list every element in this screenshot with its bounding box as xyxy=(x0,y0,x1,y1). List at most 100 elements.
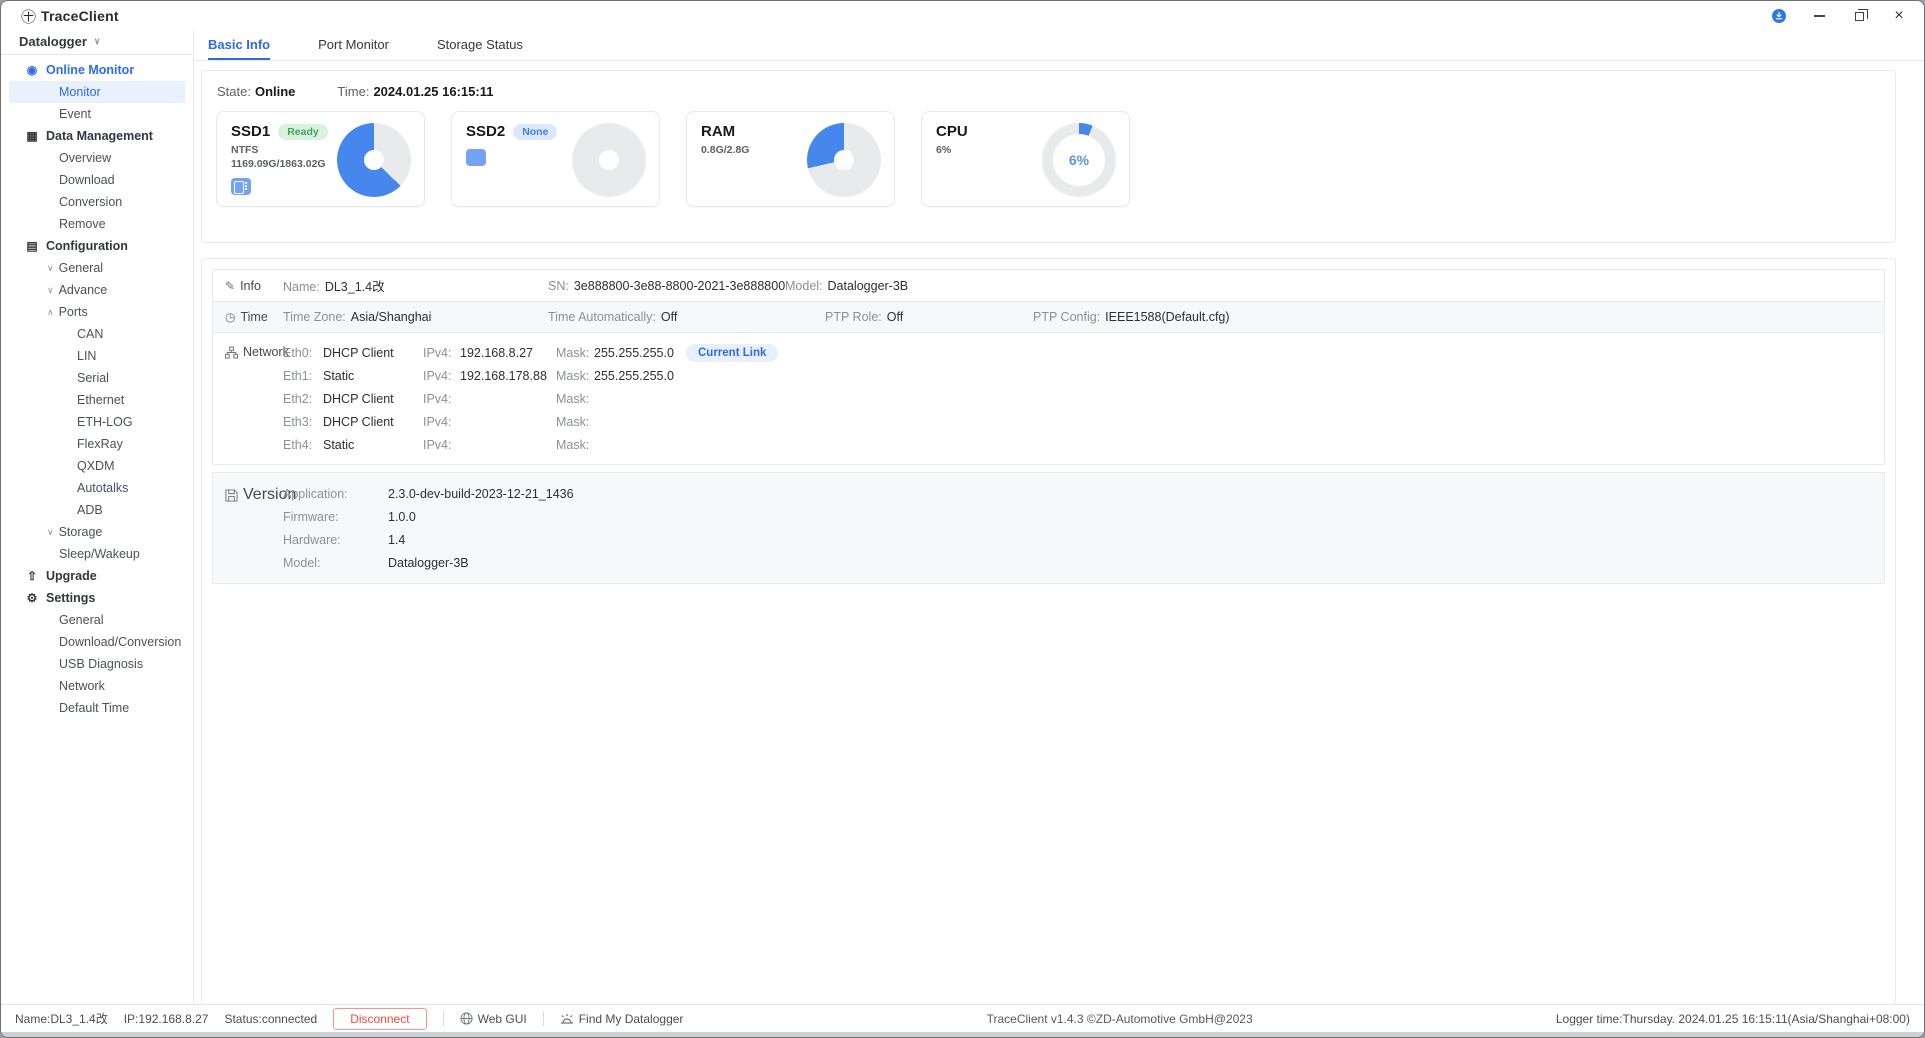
version-value: 1.4 xyxy=(388,533,405,547)
sidebar-item-label: Autotalks xyxy=(77,481,128,495)
web-gui-link[interactable]: Web GUI xyxy=(460,1012,527,1026)
sidebar-item-lin[interactable]: LIN xyxy=(9,345,185,367)
sidebar-item-default-time[interactable]: Default Time xyxy=(9,697,185,719)
sidebar-item-event[interactable]: Event xyxy=(9,103,185,125)
ipv4-label: IPv4: xyxy=(423,438,460,452)
version-value: 2.3.0-dev-build-2023-12-21_1436 xyxy=(388,487,574,501)
mask-label: Mask: xyxy=(556,415,594,429)
close-button[interactable]: × xyxy=(1892,9,1906,23)
sidebar-item-label: Download xyxy=(59,173,115,187)
sidebar-item-autotalks[interactable]: Autotalks xyxy=(9,477,185,499)
sidebar-item-settings-general[interactable]: General xyxy=(9,609,185,631)
ptp-config-label: PTP Config: xyxy=(1033,310,1100,324)
minimize-button[interactable] xyxy=(1812,9,1826,23)
sidebar-item-overview[interactable]: Overview xyxy=(9,147,185,169)
sidebar-item-label: USB Diagnosis xyxy=(59,657,143,671)
sidebar-item-upgrade[interactable]: ⇧Upgrade xyxy=(9,565,185,587)
sidebar-item-storage[interactable]: ∨Storage xyxy=(9,521,185,543)
network-rows: Eth0:DHCP ClientIPv4:192.168.8.27Mask:25… xyxy=(283,341,1884,456)
sidebar-item-label: General xyxy=(59,261,103,275)
ssd1-title: SSD1 xyxy=(231,123,270,140)
version-row: Firmware:1.0.0 xyxy=(283,505,1884,528)
sidebar-item-network-settings[interactable]: Network xyxy=(9,675,185,697)
gear-icon: ⚙ xyxy=(25,591,39,605)
sidebar-item-label: QXDM xyxy=(77,459,115,473)
network-row: Eth2:DHCP ClientIPv4:Mask: xyxy=(283,387,1884,410)
sidebar-item-remove[interactable]: Remove xyxy=(9,213,185,235)
model-label: Model: xyxy=(785,279,823,293)
sidebar-item-download-conversion[interactable]: Download/Conversion xyxy=(9,631,185,653)
footer-device-ip: IP:192.168.8.27 xyxy=(124,1012,209,1026)
main-area: Basic Info Port Monitor Storage Status S… xyxy=(194,31,1924,1004)
ipv4-label: IPv4: xyxy=(423,415,460,429)
device-selector-label: Datalogger xyxy=(19,34,87,49)
sidebar-item-monitor[interactable]: Monitor xyxy=(9,81,185,103)
version-value: 1.0.0 xyxy=(388,510,416,524)
footer-separator xyxy=(443,1011,444,1026)
sidebar-item-sleep-wakeup[interactable]: Sleep/Wakeup xyxy=(9,543,185,565)
sidebar-item-flexray[interactable]: FlexRay xyxy=(9,433,185,455)
sidebar-item-adb[interactable]: ADB xyxy=(9,499,185,521)
sidebar-item-can[interactable]: CAN xyxy=(9,323,185,345)
tab-content: State:Online Time:2024.01.25 16:15:11 SS… xyxy=(194,61,1924,1004)
sidebar-item-conversion[interactable]: Conversion xyxy=(9,191,185,213)
sidebar-item-usb-diagnosis[interactable]: USB Diagnosis xyxy=(9,653,185,675)
disconnect-button[interactable]: Disconnect xyxy=(333,1008,426,1030)
tab-basic-info[interactable]: Basic Info xyxy=(208,31,270,60)
ssd-icon xyxy=(466,149,486,166)
sidebar-item-label: Conversion xyxy=(59,195,122,209)
sidebar-item-data-management[interactable]: ▦Data Management xyxy=(9,125,185,147)
eth-port-label: Eth4: xyxy=(283,438,323,452)
sidebar-item-advance[interactable]: ∨Advance xyxy=(9,279,185,301)
mask-value: 255.255.255.0 xyxy=(594,346,686,360)
app-logo-icon: ㊉ xyxy=(21,6,36,27)
device-selector[interactable]: Datalogger ∨ xyxy=(1,31,193,52)
time-section-label: ◷ Time xyxy=(225,310,283,324)
state-value: Online xyxy=(255,84,295,99)
sidebar-item-online-monitor[interactable]: ◉Online Monitor xyxy=(9,59,185,81)
sidebar-item-ports[interactable]: ∧Ports xyxy=(9,301,185,323)
sidebar-item-general[interactable]: ∨General xyxy=(9,257,185,279)
sidebar-item-label: Configuration xyxy=(46,239,128,253)
footer-connection-status: Status:connected xyxy=(224,1012,317,1026)
info-time-table: ✎ Info Name:DL3_1.4改 SN:3e888800-3e88-88… xyxy=(212,269,1885,333)
sidebar-item-label: Remove xyxy=(59,217,106,231)
tab-port-monitor[interactable]: Port Monitor xyxy=(318,31,389,60)
version-value: Datalogger-3B xyxy=(388,556,469,570)
sidebar-item-label: Storage xyxy=(59,525,103,539)
ipv4-value: 192.168.178.88 xyxy=(460,369,556,383)
current-link-badge: Current Link xyxy=(686,344,778,362)
sidebar-item-eth-log[interactable]: ETH-LOG xyxy=(9,411,185,433)
footer-logger-time: Logger time:Thursday. 2024.01.25 16:15:1… xyxy=(1556,1012,1910,1026)
sidebar-item-ethernet[interactable]: Ethernet xyxy=(9,389,185,411)
ssd2-status-badge: None xyxy=(513,124,557,140)
sidebar-item-qxdm[interactable]: QXDM xyxy=(9,455,185,477)
save-disk-icon xyxy=(225,489,238,502)
version-key: Firmware: xyxy=(283,510,388,524)
sidebar-item-label: Network xyxy=(59,679,105,693)
sidebar-item-download[interactable]: Download xyxy=(9,169,185,191)
network-row: Eth4:StaticIPv4:Mask: xyxy=(283,433,1884,456)
footer-copyright: TraceClient v1.4.3 ©ZD-Automotive GmbH@2… xyxy=(987,1012,1253,1026)
ssd-icon xyxy=(231,178,251,195)
find-my-datalogger-link[interactable]: Find My Datalogger xyxy=(560,1012,684,1026)
model-value: Datalogger-3B xyxy=(828,279,909,293)
tab-storage-status[interactable]: Storage Status xyxy=(437,31,523,60)
ipv4-label: IPv4: xyxy=(423,346,460,360)
maximize-button[interactable] xyxy=(1852,9,1866,23)
sidebar-item-label: ETH-LOG xyxy=(77,415,133,429)
sidebar-item-label: Data Management xyxy=(46,129,153,143)
sidebar-item-settings[interactable]: ⚙Settings xyxy=(9,587,185,609)
sidebar-item-configuration[interactable]: ▤Configuration xyxy=(9,235,185,257)
name-label: Name: xyxy=(283,280,320,294)
state-row: State:Online Time:2024.01.25 16:15:11 xyxy=(216,84,1881,99)
network-table: Network Eth0:DHCP ClientIPv4:192.168.8.2… xyxy=(212,332,1885,465)
ptp-config-value: IEEE1588(Default.cfg) xyxy=(1105,310,1229,324)
eth-mode-value: Static xyxy=(323,369,423,383)
eth-mode-value: DHCP Client xyxy=(323,346,423,360)
sidebar-item-serial[interactable]: Serial xyxy=(9,367,185,389)
eth-port-label: Eth3: xyxy=(283,415,323,429)
detail-panel: ✎ Info Name:DL3_1.4改 SN:3e888800-3e88-88… xyxy=(201,258,1896,1004)
ptp-role-label: PTP Role: xyxy=(825,310,882,324)
download-manager-icon[interactable] xyxy=(1772,9,1786,23)
